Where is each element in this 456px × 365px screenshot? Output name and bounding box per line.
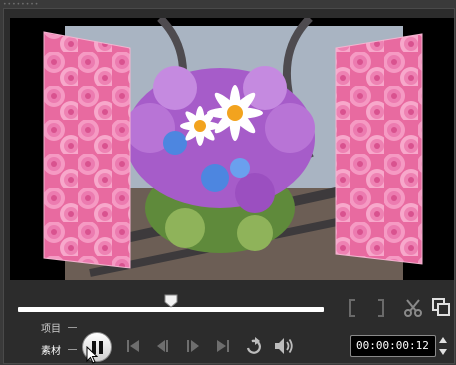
- go-to-start-icon[interactable]: [124, 337, 142, 355]
- project-dash: [68, 327, 77, 328]
- next-frame-icon[interactable]: [184, 337, 202, 355]
- timecode-frames: 12: [415, 339, 429, 352]
- mark-in-icon[interactable]: [347, 298, 357, 318]
- timecode-value: 00:00:00:: [356, 339, 416, 352]
- timecode-down-icon[interactable]: [437, 347, 449, 357]
- project-mode-label[interactable]: 项目: [41, 320, 61, 335]
- mouse-pointer-icon: [86, 346, 98, 364]
- previous-frame-icon[interactable]: [154, 337, 172, 355]
- preview-frame: [43, 18, 423, 280]
- volume-icon[interactable]: [273, 336, 295, 356]
- timecode-field[interactable]: 00:00:00:12: [350, 335, 436, 357]
- preview-window[interactable]: [10, 18, 454, 280]
- clip-mode-label[interactable]: 素材: [41, 342, 61, 357]
- seek-handle[interactable]: [164, 294, 178, 308]
- repeat-icon[interactable]: [243, 336, 265, 356]
- player-panel: 项目 素材 00:00:00:12: [3, 8, 455, 364]
- timecode-up-icon[interactable]: [437, 335, 449, 345]
- go-to-end-icon[interactable]: [214, 337, 232, 355]
- mark-out-icon[interactable]: [376, 298, 386, 318]
- scissors-icon[interactable]: [403, 298, 423, 318]
- clip-dash: [68, 349, 77, 350]
- enlarge-icon[interactable]: [431, 297, 451, 317]
